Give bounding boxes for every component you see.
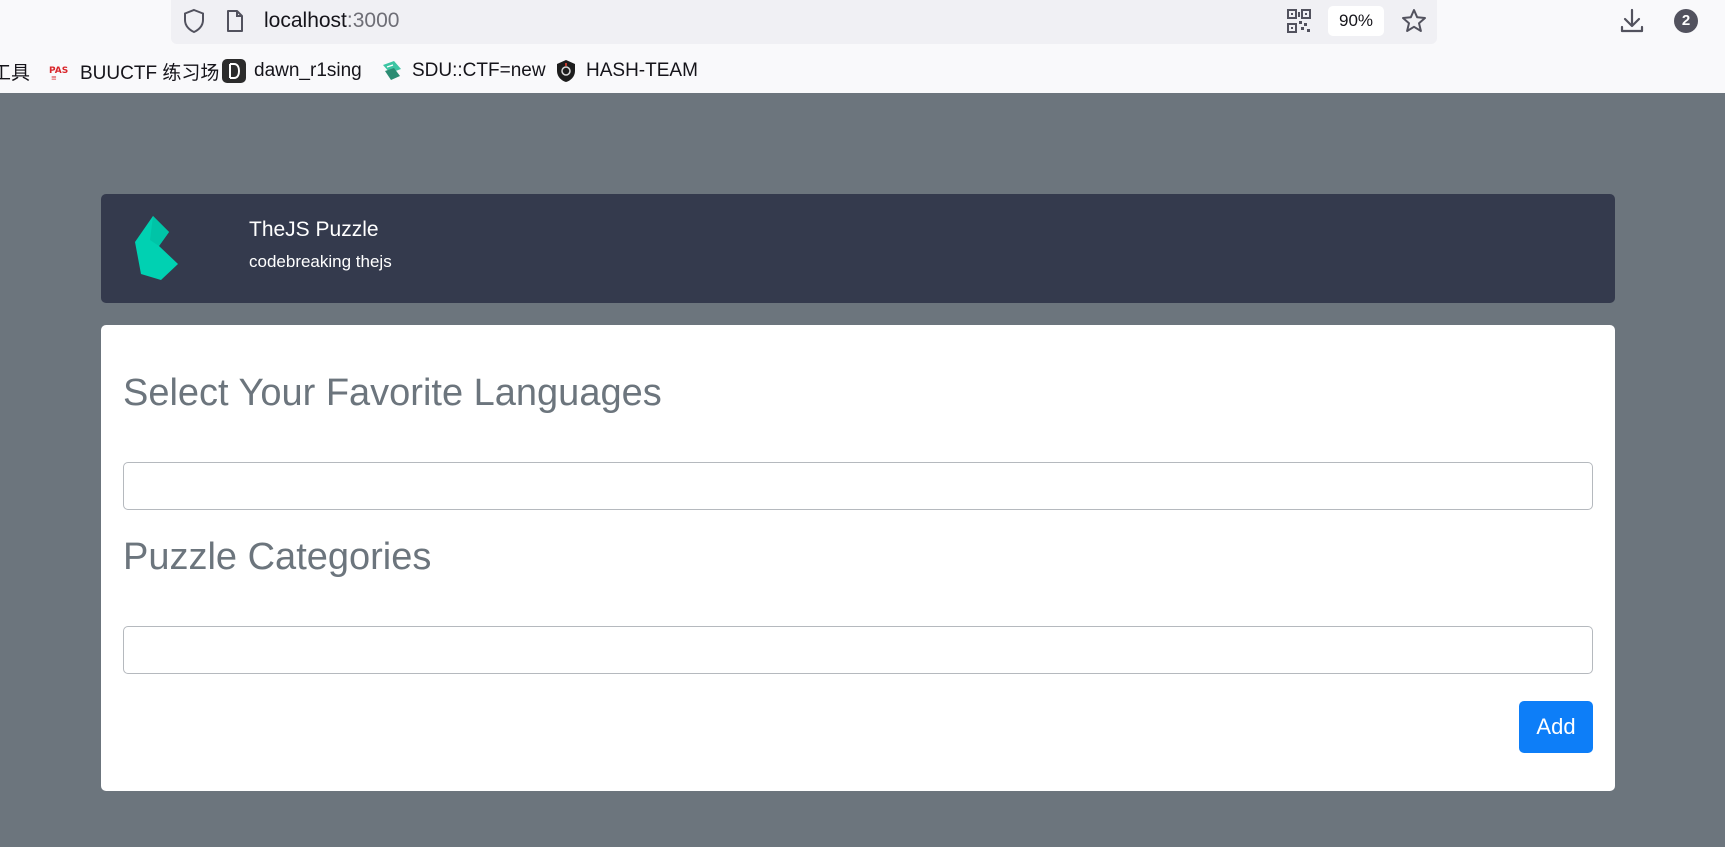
hash-team-favicon-icon bbox=[557, 60, 575, 82]
url-host: localhost bbox=[264, 9, 347, 32]
bookmark-dawn[interactable]: dawn_r1sing bbox=[222, 52, 362, 90]
app-subtitle: codebreaking thejs bbox=[249, 252, 392, 271]
zoom-level-button[interactable]: 90% bbox=[1328, 6, 1384, 36]
browser-chrome: localhost:3000 90% 2 工具 PAS ≡ BUUCTF 练习场 bbox=[0, 0, 1725, 93]
sdu-favicon-icon bbox=[383, 61, 401, 80]
url-text[interactable]: localhost:3000 bbox=[264, 7, 399, 35]
bookmark-label: BUUCTF 练习场 bbox=[80, 62, 220, 84]
bookmark-buuctf[interactable]: PAS ≡ BUUCTF 练习场 bbox=[48, 52, 219, 90]
download-icon[interactable] bbox=[1619, 7, 1645, 35]
star-icon[interactable] bbox=[1400, 7, 1428, 35]
app-title: TheJS Puzzle bbox=[249, 218, 379, 241]
svg-text:≡: ≡ bbox=[51, 74, 57, 82]
bookmarks-toolbar: 工具 PAS ≡ BUUCTF 练习场 dawn_r1sing SDU::CTF… bbox=[0, 52, 1725, 90]
app-header bbox=[101, 194, 1615, 303]
bookmark-label: SDU::CTF=new bbox=[412, 60, 546, 81]
bookmark-label: dawn_r1sing bbox=[254, 60, 362, 81]
dawn-favicon-icon bbox=[222, 59, 246, 83]
qr-code-icon[interactable] bbox=[1287, 9, 1311, 33]
bookmark-hash-team[interactable]: HASH-TEAM bbox=[554, 52, 698, 90]
shield-icon[interactable] bbox=[182, 8, 206, 34]
page-icon[interactable] bbox=[225, 9, 245, 33]
bookmark-sdu[interactable]: SDU::CTF=new bbox=[380, 52, 546, 90]
buuctf-favicon-icon: PAS ≡ bbox=[49, 66, 68, 82]
url-port: :3000 bbox=[346, 9, 400, 32]
notification-badge[interactable]: 2 bbox=[1674, 9, 1698, 33]
languages-heading: Select Your Favorite Languages bbox=[123, 372, 662, 414]
bookmark-label: HASH-TEAM bbox=[586, 60, 698, 81]
bookmark-label: 工具 bbox=[0, 62, 31, 84]
add-button[interactable]: Add bbox=[1519, 701, 1593, 753]
categories-heading: Puzzle Categories bbox=[123, 536, 432, 578]
logo-icon bbox=[135, 216, 178, 280]
bookmark-tools[interactable]: 工具 bbox=[0, 52, 30, 90]
categories-input[interactable] bbox=[123, 626, 1593, 674]
languages-input[interactable] bbox=[123, 462, 1593, 510]
